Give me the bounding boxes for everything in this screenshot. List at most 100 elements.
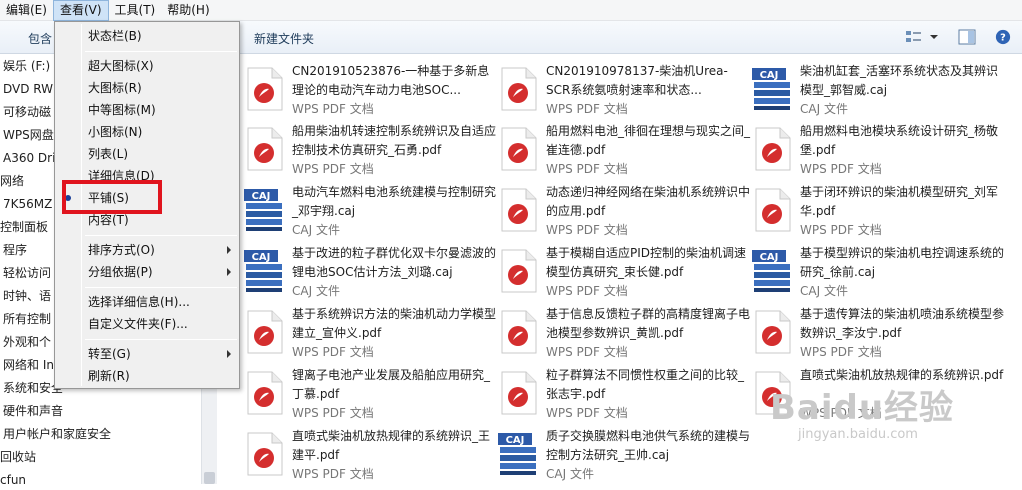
menu-item-go-to[interactable]: 转至(G) bbox=[88, 344, 131, 364]
scrollbar-thumb[interactable] bbox=[204, 472, 215, 484]
file-tile[interactable]: 基于模糊自适应PID控制的柴油机调速模型仿真研究_束长健.pdf WPS PDF … bbox=[496, 244, 746, 300]
menu-separator bbox=[85, 51, 237, 52]
file-type: WPS PDF 文档 bbox=[292, 406, 374, 420]
menu-bar: 编辑(E) 查看(V) 工具(T) 帮助(H) bbox=[0, 0, 1022, 21]
menu-item-medium-icons[interactable]: 中等图标(M) bbox=[88, 100, 156, 120]
file-name: 锂离子电池产业发展及船舶应用研究_丁慕.pdf bbox=[292, 368, 491, 401]
menu-item-large-icons[interactable]: 大图标(R) bbox=[88, 78, 142, 98]
chevron-down-icon[interactable] bbox=[928, 29, 940, 45]
file-tile[interactable]: CAJ 基于模型辨识的柴油机电控调速系统的研究_徐前.caj CAJ 文件 bbox=[750, 244, 1004, 300]
file-tile[interactable]: 基于遗传算法的柴油机喷油系统模型参数辨识_李汝宁.pdf WPS PDF 文档 bbox=[750, 305, 1004, 361]
nav-item-hardware-sound[interactable]: 硬件和声音 bbox=[3, 401, 63, 421]
menu-item-refresh[interactable]: 刷新(R) bbox=[88, 366, 130, 386]
nav-item-network-internet[interactable]: 网络和 In bbox=[3, 355, 54, 375]
file-name: 柴油机缸套_活塞环系统状态及其辨识模型_郭智威.caj bbox=[800, 64, 999, 97]
file-name: 基于系统辨识方法的柴油机动力学模型建立_宣仲义.pdf bbox=[292, 307, 497, 340]
menu-tools[interactable]: 工具(T) bbox=[109, 0, 162, 21]
file-name: 基于模糊自适应PID控制的柴油机调速模型仿真研究_束长健.pdf bbox=[546, 246, 747, 279]
pdf-file-icon bbox=[496, 66, 540, 112]
menu-view[interactable]: 查看(V) bbox=[52, 0, 109, 21]
pdf-file-icon bbox=[750, 309, 794, 355]
menu-edit[interactable]: 编辑(E) bbox=[0, 0, 53, 21]
file-type: WPS PDF 文档 bbox=[546, 223, 628, 237]
menu-separator bbox=[85, 339, 237, 340]
file-tile[interactable]: CAJ 柴油机缸套_活塞环系统状态及其辨识模型_郭智威.caj CAJ 文件 bbox=[750, 62, 1000, 118]
svg-text:CAJ: CAJ bbox=[252, 191, 271, 202]
file-tile[interactable]: 基于闭环辨识的柴油机模型研究_刘军华.pdf WPS PDF 文档 bbox=[750, 183, 1000, 239]
menu-item-choose-details[interactable]: 选择详细信息(H)... bbox=[88, 292, 190, 312]
nav-item-a360[interactable]: A360 Dri bbox=[3, 148, 55, 168]
file-name: 基于遗传算法的柴油机喷油系统模型参数辨识_李汝宁.pdf bbox=[800, 307, 1005, 340]
file-tile[interactable]: 锂离子电池产业发展及船舶应用研究_丁慕.pdf WPS PDF 文档 bbox=[242, 366, 492, 422]
view-options-icon[interactable] bbox=[905, 29, 923, 45]
nav-item-drive-f[interactable]: 娱乐 (F:) bbox=[3, 56, 50, 76]
nav-item-control-panel[interactable]: 控制面板 bbox=[0, 217, 48, 237]
file-tile[interactable]: 粒子群算法不同惯性权重之间的比较_张志宇.pdf WPS PDF 文档 bbox=[496, 366, 746, 422]
pdf-file-icon bbox=[242, 370, 286, 416]
file-type: CAJ 文件 bbox=[800, 284, 848, 298]
file-type: CAJ 文件 bbox=[546, 467, 594, 481]
file-tile[interactable]: CAJ 电动汽车燃料电池系统建模与控制研究_邓宇翔.caj CAJ 文件 bbox=[242, 183, 496, 239]
file-tile[interactable]: 船用柴油机转速控制系统辨识及自适应控制技术仿真研究_石勇.pdf WPS PDF … bbox=[242, 122, 496, 178]
file-tile[interactable]: 船用燃料电池模块系统设计研究_杨敬堡.pdf WPS PDF 文档 bbox=[750, 122, 1000, 178]
pdf-file-icon bbox=[496, 309, 540, 355]
file-type: WPS PDF 文档 bbox=[546, 345, 628, 359]
file-name: 基于模型辨识的柴油机电控调速系统的研究_徐前.caj bbox=[800, 246, 1005, 279]
pdf-file-icon bbox=[496, 126, 540, 172]
menu-item-list[interactable]: 列表(L) bbox=[88, 144, 128, 164]
file-tile[interactable]: 直喷式柴油机放热规律的系统辨识_王建平.pdf WPS PDF 文档 bbox=[242, 427, 492, 483]
file-tile[interactable]: CN201910523876-一种基于多新息理论的电动汽车动力电池SOC... W… bbox=[242, 62, 492, 118]
caj-file-icon: CAJ bbox=[496, 431, 540, 477]
menu-help[interactable]: 帮助(H) bbox=[161, 0, 215, 21]
file-name: 船用燃料电池_徘徊在理想与现实之间_崔连德.pdf bbox=[546, 124, 751, 157]
nav-item-cfun[interactable]: cfun bbox=[0, 470, 26, 490]
file-tile[interactable]: CAJ 质子交换膜燃料电池供气系统的建模与控制方法研究_王帅.caj CAJ 文件 bbox=[496, 427, 750, 483]
file-tile[interactable]: CAJ 基于改进的粒子群优化双卡尔曼滤波的锂电池SOC估计方法_刘璐.caj CAJ… bbox=[242, 244, 496, 300]
menu-item-group-by[interactable]: 分组依据(P) bbox=[88, 262, 153, 282]
file-name: 电动汽车燃料电池系统建模与控制研究_邓宇翔.caj bbox=[292, 185, 497, 218]
nav-item-wps-drive[interactable]: WPS网盘 bbox=[3, 125, 54, 145]
menu-item-extra-large-icons[interactable]: 超大图标(X) bbox=[88, 56, 154, 76]
file-type: WPS PDF 文档 bbox=[292, 162, 374, 176]
nav-item-network[interactable]: 网络 bbox=[0, 171, 24, 191]
menu-item-sort-by[interactable]: 排序方式(O) bbox=[88, 240, 155, 260]
file-tile[interactable]: CN201910978137-柴油机Urea-SCR系统氨喷射速率和状态... W… bbox=[496, 62, 746, 118]
file-name: 基于改进的粒子群优化双卡尔曼滤波的锂电池SOC估计方法_刘璐.caj bbox=[292, 246, 497, 279]
nav-item-dvd[interactable]: DVD RW bbox=[3, 79, 53, 99]
file-type: WPS PDF 文档 bbox=[292, 102, 374, 116]
file-name: 基于闭环辨识的柴油机模型研究_刘军华.pdf bbox=[800, 185, 999, 218]
file-type: WPS PDF 文档 bbox=[800, 162, 882, 176]
file-tile[interactable]: 基于系统辨识方法的柴油机动力学模型建立_宣仲义.pdf WPS PDF 文档 bbox=[242, 305, 496, 361]
file-name: 基于信息反馈粒子群的高精度锂离子电池模型参数辨识_黄凯.pdf bbox=[546, 307, 751, 340]
help-icon[interactable]: ? bbox=[994, 29, 1012, 45]
menu-item-small-icons[interactable]: 小图标(N) bbox=[88, 122, 142, 142]
caj-file-icon: CAJ bbox=[242, 187, 286, 233]
new-folder-button[interactable]: 新建文件夹 bbox=[254, 30, 314, 47]
pdf-file-icon bbox=[750, 187, 794, 233]
file-tile[interactable]: 基于信息反馈粒子群的高精度锂离子电池模型参数辨识_黄凯.pdf WPS PDF 文… bbox=[496, 305, 750, 361]
nav-item-programs[interactable]: 程序 bbox=[3, 240, 27, 260]
nav-item-recycle-bin[interactable]: 回收站 bbox=[0, 447, 36, 467]
nav-item-computer[interactable]: 7K56MZ bbox=[3, 194, 52, 214]
svg-text:CAJ: CAJ bbox=[252, 252, 271, 263]
file-tile[interactable]: 船用燃料电池_徘徊在理想与现实之间_崔连德.pdf WPS PDF 文档 bbox=[496, 122, 750, 178]
nav-item-appearance[interactable]: 外观和个 bbox=[3, 332, 51, 352]
nav-item-user-accounts[interactable]: 用户帐户和家庭安全 bbox=[3, 424, 111, 444]
nav-item-all-control[interactable]: 所有控制 bbox=[3, 309, 51, 329]
nav-item-clock[interactable]: 时钟、语 bbox=[3, 286, 51, 306]
file-name: 粒子群算法不同惯性权重之间的比较_张志宇.pdf bbox=[546, 368, 745, 401]
menu-item-status-bar[interactable]: 状态栏(B) bbox=[88, 26, 142, 46]
svg-text:CAJ: CAJ bbox=[760, 252, 779, 263]
nav-item-removable[interactable]: 可移动磁 bbox=[3, 102, 51, 122]
file-type: WPS PDF 文档 bbox=[546, 284, 628, 298]
nav-item-accessibility[interactable]: 轻松访问 bbox=[3, 263, 51, 283]
file-name: 船用柴油机转速控制系统辨识及自适应控制技术仿真研究_石勇.pdf bbox=[292, 124, 497, 157]
menu-item-customize-folder[interactable]: 自定义文件夹(F)... bbox=[88, 314, 188, 334]
menu-separator bbox=[85, 287, 237, 288]
file-type: WPS PDF 文档 bbox=[546, 406, 628, 420]
include-in-library-button[interactable]: 包含 bbox=[28, 30, 52, 47]
preview-pane-icon[interactable] bbox=[958, 29, 976, 45]
file-name: CN201910523876-一种基于多新息理论的电动汽车动力电池SOC... bbox=[292, 64, 490, 97]
svg-text:CAJ: CAJ bbox=[760, 70, 779, 81]
file-tile[interactable]: 动态递归神经网络在柴油机系统辨识中的应用.pdf WPS PDF 文档 bbox=[496, 183, 750, 239]
